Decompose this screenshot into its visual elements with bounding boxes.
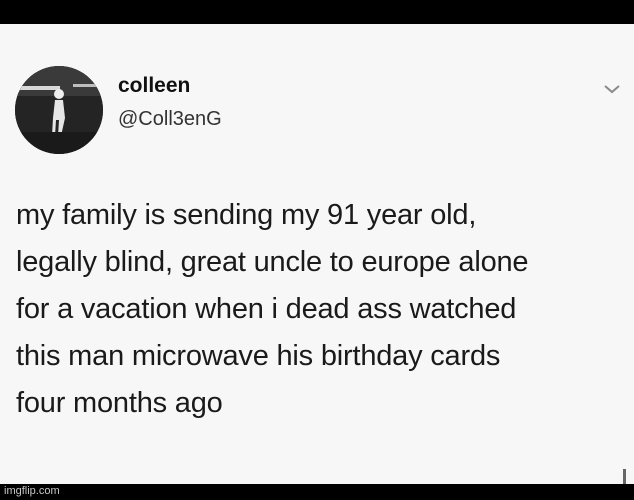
display-name[interactable]: colleen [118, 74, 190, 98]
tweet-card: colleen @Coll3enG my family is sending m… [0, 24, 634, 485]
footer-bar: imgflip.com [0, 484, 634, 500]
tweet-text: my family is sending my 91 year old, leg… [16, 199, 529, 419]
avatar-photo [15, 66, 103, 154]
watermark: imgflip.com [4, 485, 60, 497]
chevron-down-icon[interactable] [602, 82, 622, 96]
avatar[interactable] [15, 66, 103, 154]
user-handle[interactable]: @Coll3enG [118, 108, 222, 131]
scrollbar[interactable] [623, 469, 626, 485]
